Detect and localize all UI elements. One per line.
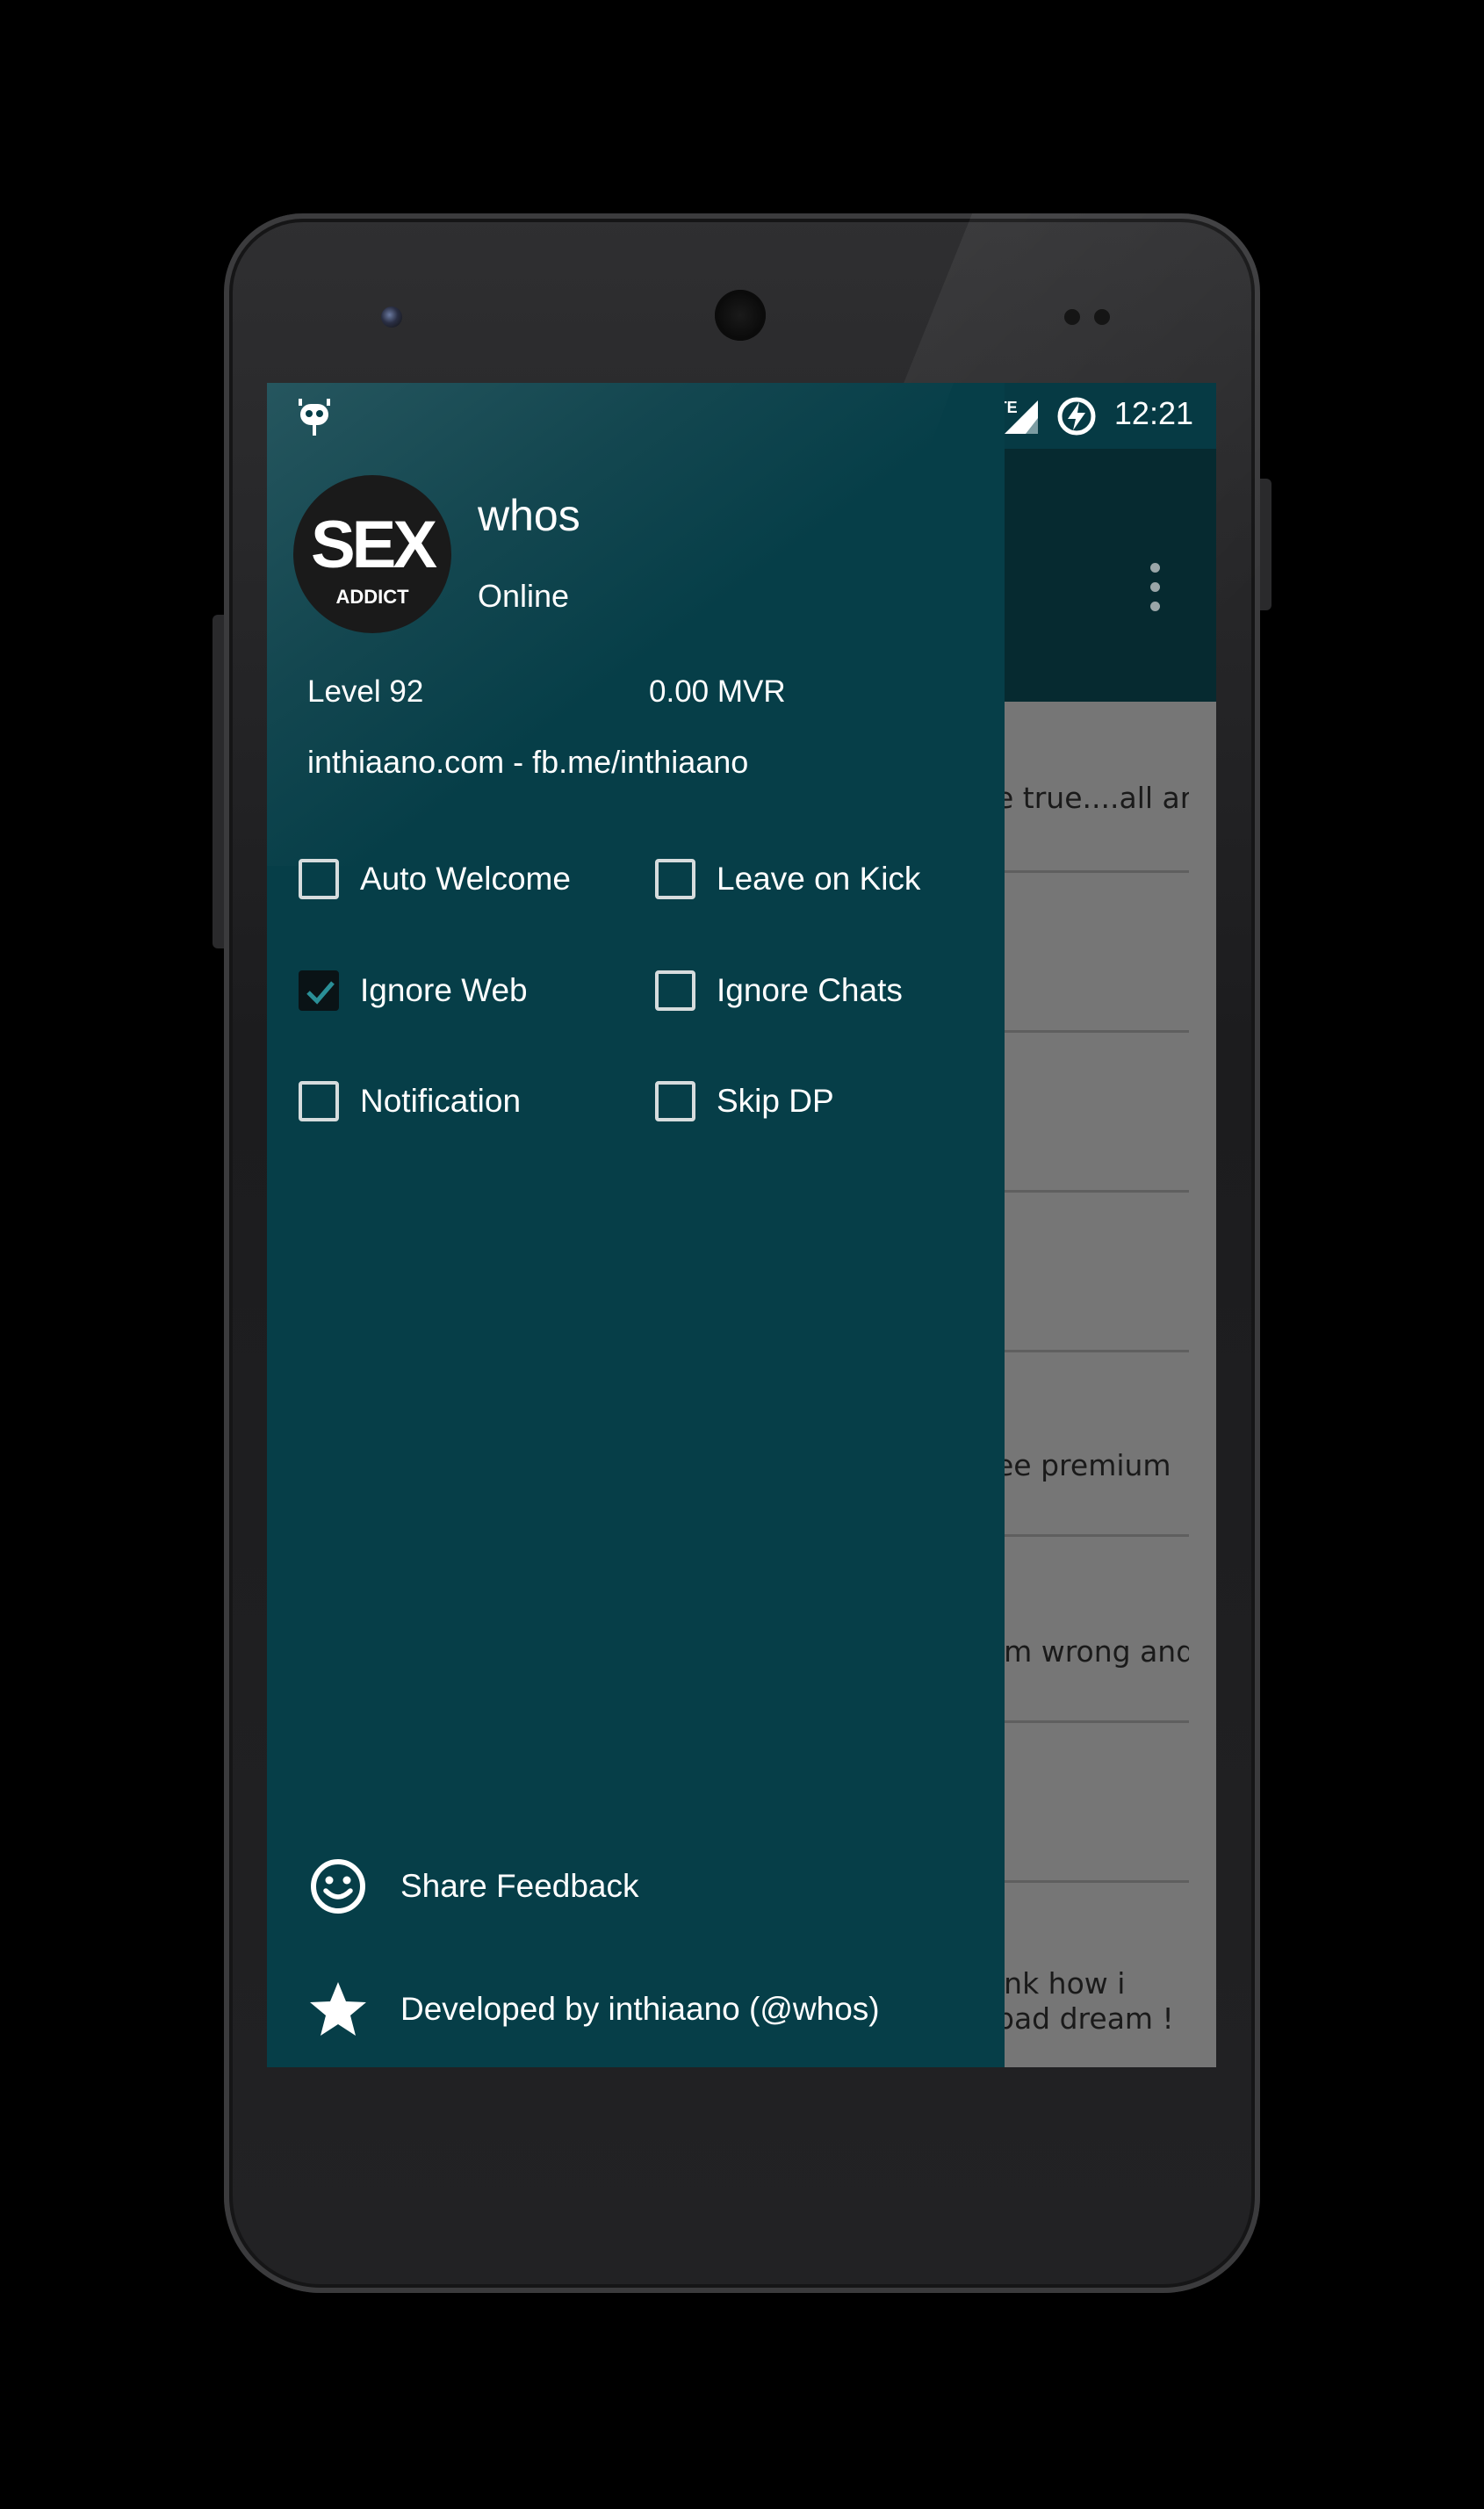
ignore-web-toggle[interactable]: Ignore Web (299, 964, 528, 1017)
notification-toggle[interactable]: Notification (299, 1075, 521, 1128)
divider (1005, 1720, 1189, 1723)
checkmark-icon (306, 981, 335, 1005)
proximity-sensor (1064, 309, 1080, 325)
skip-dp-toggle[interactable]: Skip DP (655, 1075, 834, 1128)
leave-on-kick-toggle[interactable]: Leave on Kick (655, 853, 920, 905)
checkbox[interactable] (299, 970, 339, 1011)
share-feedback-item[interactable]: Share Feedback (307, 1851, 639, 1921)
checkbox-label: Ignore Chats (717, 972, 903, 1008)
user-level: Level 92 (307, 674, 424, 709)
divider (1005, 1534, 1189, 1537)
checkbox[interactable] (655, 859, 695, 899)
share-feedback-label: Share Feedback (400, 1868, 639, 1904)
divider (1005, 1190, 1189, 1193)
drawer-status-bar (267, 383, 1005, 449)
auto-welcome-toggle[interactable]: Auto Welcome (299, 853, 571, 905)
list-item[interactable]: bad dream ! (996, 2001, 1189, 2037)
battery-charging-icon (1055, 395, 1098, 437)
checkbox[interactable] (655, 970, 695, 1011)
divider (1005, 1880, 1189, 1883)
checkbox-label: Notification (360, 1083, 522, 1119)
developer-credit-item[interactable]: Developed by inthiaano (@whos) (307, 1974, 880, 2044)
light-sensor (1094, 309, 1110, 325)
overflow-menu-icon[interactable] (1138, 563, 1173, 616)
star-icon (310, 1982, 366, 2036)
avatar-logo-subtext: ADDICT (335, 586, 409, 608)
divider (1005, 1350, 1189, 1352)
checkbox-label: Leave on Kick (717, 861, 921, 897)
username: whos (478, 491, 580, 540)
list-item[interactable]: e true....all are (996, 781, 1189, 816)
checkbox-label: Auto Welcome (360, 861, 571, 897)
developer-credit-label: Developed by inthiaano (@whos) (400, 1991, 880, 2027)
list-item[interactable]: ink how i (996, 1966, 1189, 2001)
checkbox[interactable] (655, 1081, 695, 1121)
front-camera (381, 306, 402, 328)
checkbox-label: Skip DP (717, 1083, 834, 1119)
site-link[interactable]: inthiaano.com - fb.me/inthiaano (307, 744, 748, 781)
user-status: Online (478, 578, 570, 614)
divider (1005, 1030, 1189, 1033)
device-frame: LTE 12:21 e true....all are (0, 0, 1484, 2509)
avatar-logo-text: SEX (310, 508, 437, 582)
earpiece-speaker (715, 290, 766, 341)
screen: LTE 12:21 e true....all are (267, 383, 1216, 2067)
divider (1005, 870, 1189, 873)
status-time: 12:21 (1113, 395, 1193, 431)
checkbox[interactable] (299, 859, 339, 899)
smiley-icon (311, 1859, 365, 1914)
navigation-drawer: SEX ADDICT whos Online Level 92 0.00 MVR… (267, 383, 1005, 2067)
checkbox-label: Ignore Web (360, 972, 528, 1008)
account-balance: 0.00 MVR (649, 674, 786, 709)
android-icon (297, 399, 332, 436)
list-item[interactable]: ee premium (996, 1448, 1189, 1483)
list-item[interactable]: 'm wrong and (996, 1634, 1189, 1669)
ignore-chats-toggle[interactable]: Ignore Chats (655, 964, 903, 1017)
checkbox[interactable] (299, 1081, 339, 1121)
avatar[interactable]: SEX ADDICT (293, 475, 451, 633)
